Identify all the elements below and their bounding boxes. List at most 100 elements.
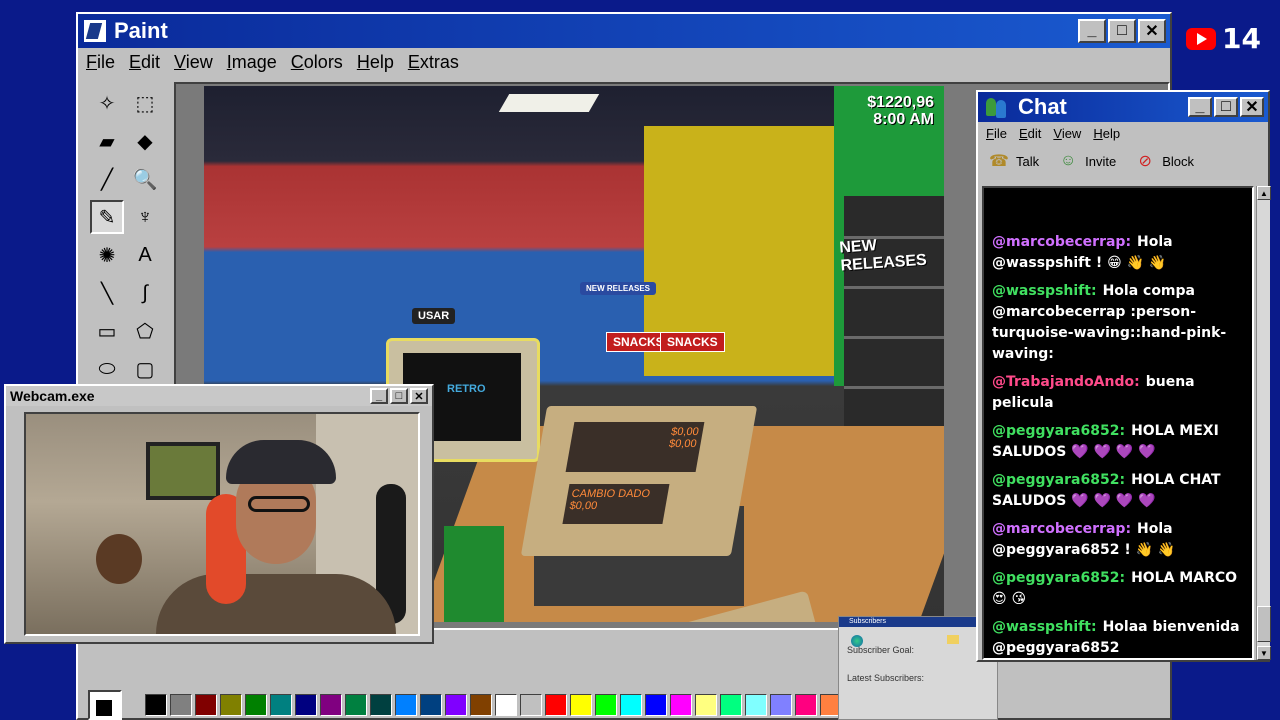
- palette-swatch[interactable]: [620, 694, 642, 716]
- current-color-indicator[interactable]: [88, 690, 122, 720]
- game-hud: $1220,96 8:00 AM: [867, 94, 934, 128]
- webcam-titlebar[interactable]: Webcam.exe _ □ ✕: [6, 386, 432, 406]
- palette-swatch[interactable]: [470, 694, 492, 716]
- streamer-cap: [226, 440, 336, 484]
- chat-menu-help[interactable]: Help: [1093, 126, 1120, 141]
- chat-username[interactable]: @wasspshift:: [992, 619, 1097, 635]
- palette-swatch[interactable]: [645, 694, 667, 716]
- scroll-up-arrow-icon[interactable]: ▲: [1257, 186, 1271, 200]
- palette-swatch[interactable]: [520, 694, 542, 716]
- block-button[interactable]: ⊘ Block: [1134, 151, 1195, 171]
- chat-username[interactable]: @wasspshift:: [992, 283, 1097, 299]
- chat-menu-edit[interactable]: Edit: [1019, 126, 1041, 141]
- rounded-rect-icon[interactable]: ▢: [128, 352, 162, 386]
- palette-swatch[interactable]: [370, 694, 392, 716]
- webcam-close-button[interactable]: ✕: [410, 388, 428, 404]
- brush-icon[interactable]: ♆: [128, 200, 162, 234]
- counter-edge: [444, 526, 504, 622]
- palette-swatch[interactable]: [495, 694, 517, 716]
- chat-window: Chat _ □ ✕ File Edit View Help ☎ Talk ☺ …: [976, 90, 1271, 662]
- maximize-button[interactable]: □: [1108, 19, 1136, 43]
- palette-swatch[interactable]: [320, 694, 342, 716]
- chat-message: @wasspshift: Hola compa @marcobecerrap :p…: [992, 281, 1246, 365]
- palette-swatch[interactable]: [345, 694, 367, 716]
- minimize-button[interactable]: _: [1078, 19, 1106, 43]
- chat-username[interactable]: @TrabajandoAndo:: [992, 374, 1140, 390]
- rectangle-icon[interactable]: ▭: [90, 314, 124, 348]
- palette-swatch[interactable]: [270, 694, 292, 716]
- webcam-minimize-button[interactable]: _: [370, 388, 388, 404]
- palette-swatch[interactable]: [445, 694, 467, 716]
- fill-bucket-icon[interactable]: ◆: [128, 124, 162, 158]
- talk-button[interactable]: ☎ Talk: [988, 151, 1039, 171]
- ellipse-icon[interactable]: ⬭: [90, 352, 124, 386]
- chat-menu-file[interactable]: File: [986, 126, 1007, 141]
- paint-app-icon: [84, 20, 106, 42]
- free-select-icon[interactable]: ✧: [90, 86, 124, 120]
- webcam-title: Webcam.exe: [10, 388, 95, 404]
- palette-swatch[interactable]: [745, 694, 767, 716]
- pencil-icon[interactable]: ✎: [90, 200, 124, 234]
- chat-titlebar[interactable]: Chat _ □ ✕: [978, 92, 1268, 122]
- palette-swatch[interactable]: [245, 694, 267, 716]
- palette-swatch[interactable]: [670, 694, 692, 716]
- menu-extras[interactable]: Extras: [408, 52, 459, 73]
- menu-view[interactable]: View: [174, 52, 213, 73]
- palette-swatch[interactable]: [570, 694, 592, 716]
- chat-scrollbar[interactable]: ▲ ▼: [1256, 186, 1271, 660]
- menu-image[interactable]: Image: [227, 52, 277, 73]
- rect-select-icon[interactable]: ⬚: [128, 86, 162, 120]
- chat-message: @wasspshift: Holaa bienvenida @peggyara68…: [992, 617, 1246, 658]
- palette-swatch[interactable]: [720, 694, 742, 716]
- menu-edit[interactable]: Edit: [129, 52, 160, 73]
- chat-username[interactable]: @marcobecerrap:: [992, 521, 1131, 537]
- youtube-count: 14: [1222, 22, 1261, 55]
- curve-icon[interactable]: ∫: [128, 276, 162, 310]
- palette-swatch[interactable]: [545, 694, 567, 716]
- palette-swatch[interactable]: [395, 694, 417, 716]
- chat-message: @peggyara6852: HOLA MEXI SALUDOS 💜 💜 💜 💜: [992, 421, 1246, 463]
- palette-swatch[interactable]: [795, 694, 817, 716]
- palette-swatch[interactable]: [420, 694, 442, 716]
- palette-swatch[interactable]: [145, 694, 167, 716]
- menu-file[interactable]: File: [86, 52, 115, 73]
- scroll-thumb[interactable]: [1257, 606, 1271, 642]
- streamer-glasses: [248, 496, 310, 512]
- palette-swatch[interactable]: [220, 694, 242, 716]
- color-picker-icon[interactable]: ╱: [90, 162, 124, 196]
- webcam-window: Webcam.exe _ □ ✕: [4, 384, 434, 644]
- chat-log[interactable]: @marcobecerrap: Hola @wasspshift ! 😁 👋 👋 @…: [982, 186, 1254, 660]
- talk-icon: ☎: [989, 153, 1009, 170]
- chat-username[interactable]: @peggyara6852:: [992, 472, 1125, 488]
- menu-help[interactable]: Help: [357, 52, 394, 73]
- palette-swatch[interactable]: [170, 694, 192, 716]
- palette-swatch[interactable]: [295, 694, 317, 716]
- palette-swatch[interactable]: [195, 694, 217, 716]
- webcam-maximize-button[interactable]: □: [390, 388, 408, 404]
- close-button[interactable]: ✕: [1138, 19, 1166, 43]
- eraser-icon[interactable]: ▰: [90, 124, 124, 158]
- chat-maximize-button[interactable]: □: [1214, 97, 1238, 117]
- chat-minimize-button[interactable]: _: [1188, 97, 1212, 117]
- chat-username[interactable]: @peggyara6852:: [992, 423, 1125, 439]
- block-icon: ⊘: [1138, 153, 1152, 170]
- polygon-icon[interactable]: ⬠: [128, 314, 162, 348]
- scroll-down-arrow-icon[interactable]: ▼: [1257, 646, 1271, 660]
- chat-username[interactable]: @peggyara6852:: [992, 570, 1125, 586]
- paint-titlebar[interactable]: Paint _ □ ✕: [78, 14, 1170, 48]
- palette-swatch[interactable]: [595, 694, 617, 716]
- chat-menu-view[interactable]: View: [1053, 126, 1081, 141]
- line-icon[interactable]: ╲: [90, 276, 124, 310]
- menu-colors[interactable]: Colors: [291, 52, 343, 73]
- magnifier-icon[interactable]: 🔍: [128, 162, 162, 196]
- palette-swatch[interactable]: [770, 694, 792, 716]
- chat-close-button[interactable]: ✕: [1240, 97, 1264, 117]
- palette-swatch[interactable]: [695, 694, 717, 716]
- chat-menubar: File Edit View Help: [978, 122, 1268, 144]
- text-icon[interactable]: A: [128, 238, 162, 272]
- airbrush-icon[interactable]: ✺: [90, 238, 124, 272]
- chat-message: @peggyara6852: HOLA CHAT SALUDOS 💜 💜 💜 💜: [992, 470, 1246, 512]
- invite-button[interactable]: ☺ Invite: [1057, 151, 1116, 171]
- chat-username[interactable]: @marcobecerrap:: [992, 234, 1131, 250]
- subscribers-window: Subscribers Subscriber Goal: Latest Subs…: [838, 616, 998, 720]
